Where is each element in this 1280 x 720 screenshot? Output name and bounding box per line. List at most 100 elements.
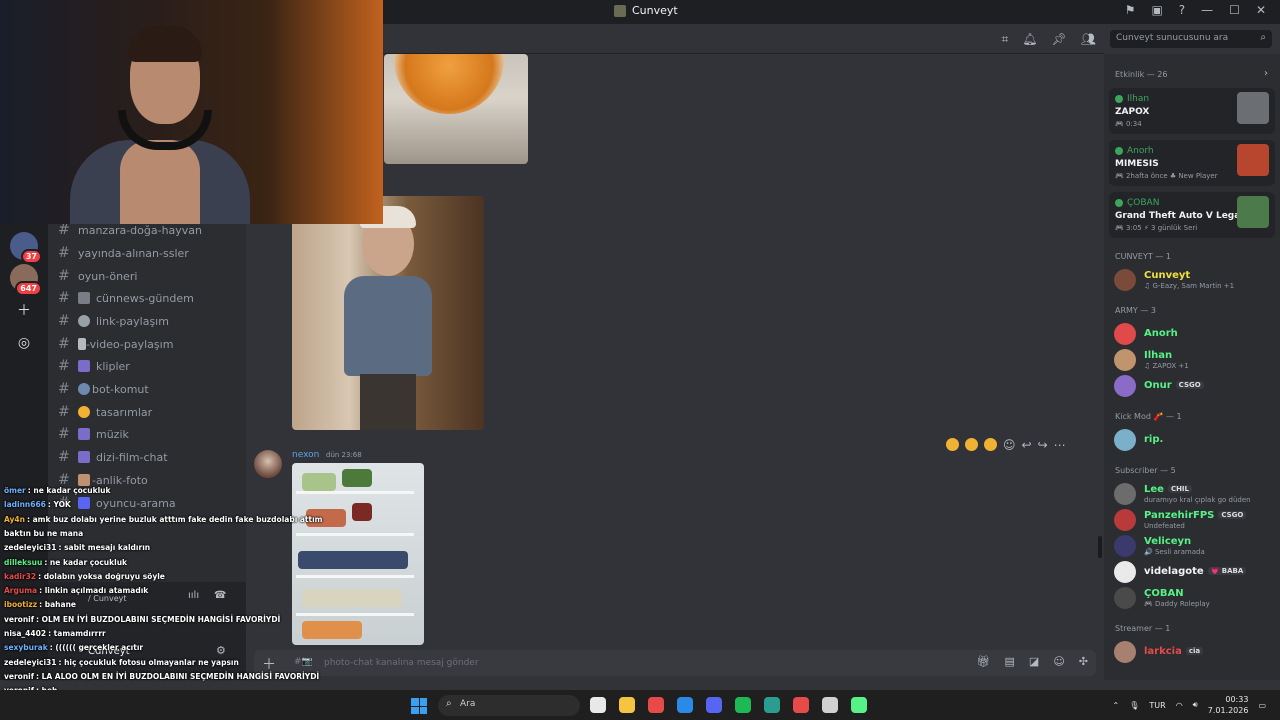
game-icon: [78, 497, 90, 509]
member-section-header: CUNVEYT — 1: [1115, 252, 1171, 261]
attachment-image[interactable]: [292, 463, 424, 645]
wifi-icon[interactable]: ◠: [1176, 701, 1183, 710]
server-icon[interactable]: 37: [10, 232, 42, 264]
channel-item[interactable]: # -video-paylaşım: [58, 334, 173, 354]
member-item[interactable]: Ilhan ♫ ZAPOX +1: [1114, 348, 1274, 374]
microphone-icon[interactable]: 🎙︎: [1129, 701, 1139, 710]
member-list-icon[interactable]: 👥︎: [1081, 32, 1096, 47]
chat-line: kadir32: dolabın yoksa doğruyu söyle: [4, 572, 165, 581]
taskbar-app-icon[interactable]: [619, 697, 635, 713]
channel-item[interactable]: # müzik: [58, 424, 129, 444]
member-item[interactable]: rip.: [1114, 428, 1274, 454]
channel-item[interactable]: # dizi-film-chat: [58, 447, 168, 467]
member-item[interactable]: Anorh: [1114, 322, 1274, 348]
server-search[interactable]: Cunveyt sunucusunu ara ⌕: [1110, 30, 1272, 48]
member-name-text: PanzehirFPS: [1144, 510, 1215, 521]
camera-icon: [78, 474, 90, 486]
pin-icon[interactable]: 📌︎: [1052, 32, 1067, 47]
chat-line: veronif: OLM EN İYİ BUZDOLABINI SEÇMEDİN…: [4, 615, 280, 624]
emoji-icon[interactable]: ☺: [1053, 655, 1064, 668]
disconnect-icon[interactable]: ☎: [214, 590, 226, 601]
sound-icon[interactable]: ıılı: [188, 590, 199, 601]
channel-item[interactable]: # link-paylaşım: [58, 311, 169, 331]
status-dot: [1115, 95, 1123, 103]
discover-icon[interactable]: ◎: [12, 331, 36, 355]
taskbar-app-icon[interactable]: [648, 697, 664, 713]
member-section-header: ARMY — 3: [1115, 306, 1156, 315]
sticker-icon[interactable]: ◪: [1029, 655, 1039, 668]
member-item[interactable]: larkcia cia: [1114, 640, 1274, 666]
language-indicator[interactable]: TUR: [1149, 701, 1165, 710]
minimize-button[interactable]: —: [1201, 3, 1213, 17]
screen-share-icon[interactable]: ▣: [1151, 3, 1162, 17]
notification-bell-icon[interactable]: 🔔︎: [1022, 32, 1037, 47]
reaction-emoji[interactable]: [984, 438, 997, 451]
avatar[interactable]: [254, 450, 282, 478]
taskbar-app-icon[interactable]: [706, 697, 722, 713]
message-input[interactable]: photo-chat kanalına mesaj gönder: [324, 658, 479, 668]
taskbar-app-icon[interactable]: [851, 697, 867, 713]
reaction-emoji[interactable]: [946, 438, 959, 451]
start-button[interactable]: [411, 698, 427, 714]
inbox-icon[interactable]: ⚑: [1125, 3, 1136, 17]
reply-icon[interactable]: ↩: [1022, 438, 1032, 452]
chat-line: Ay4n: amk buz dolabı yerine buzluk atttı…: [4, 515, 323, 524]
channel-item[interactable]: # oyun-öneri: [58, 266, 137, 286]
apps-icon[interactable]: ✣: [1079, 655, 1088, 668]
hash-icon: #: [58, 290, 70, 306]
member-item[interactable]: Velіceyn 🔊 Sesli aramada: [1114, 534, 1274, 560]
member-tag: CSGO: [1175, 381, 1204, 389]
search-input[interactable]: Cunveyt sunucusunu ara: [1116, 33, 1228, 43]
maximize-button[interactable]: ☐: [1229, 3, 1240, 17]
channel-item[interactable]: # yayında-alınan-ssler: [58, 243, 189, 263]
member-item[interactable]: Onur CSGO: [1114, 374, 1274, 400]
member-item[interactable]: ÇOBAN 🎮 Daddy Roleplay: [1114, 586, 1274, 612]
scrollbar[interactable]: [1098, 536, 1102, 558]
channel-item[interactable]: # cünnews-gündem: [58, 288, 194, 308]
taskbar-search[interactable]: ⌕ Ara: [438, 695, 580, 716]
activity-card[interactable]: Anorh MIMESIS 🎮 2hafta önce ♣ New Player: [1109, 140, 1275, 186]
volume-icon[interactable]: 🔊︎: [1193, 700, 1198, 710]
attachment-image[interactable]: [384, 54, 528, 164]
member-item[interactable]: PanzehirFPS CSGO Undefeated: [1114, 508, 1274, 534]
member-name-text: ÇOBAN: [1144, 588, 1184, 599]
attachment-image[interactable]: [292, 196, 484, 430]
game-thumbnail: [1237, 196, 1269, 228]
channel-item[interactable]: # bot-komut: [58, 379, 149, 399]
hash-icon: #: [58, 381, 70, 397]
settings-gear-icon[interactable]: ⚙: [216, 644, 226, 657]
channel-item[interactable]: # tasarımlar: [58, 402, 152, 422]
taskbar-app-icon[interactable]: [590, 697, 606, 713]
activity-card[interactable]: Ilhan ZAPOX 🎮 0:34: [1109, 88, 1275, 134]
server-icon[interactable]: 647: [10, 264, 42, 296]
game-thumbnail: [1237, 92, 1269, 124]
channel-item[interactable]: # klipler: [58, 356, 130, 376]
add-reaction-icon[interactable]: ☺: [1003, 438, 1016, 452]
taskbar-app-icon[interactable]: [735, 697, 751, 713]
chat-username: zedeleyici31: [4, 543, 57, 553]
gif-icon[interactable]: ▤: [1005, 655, 1015, 668]
close-button[interactable]: ✕: [1256, 3, 1266, 17]
gift-icon[interactable]: 🎁︎: [977, 655, 991, 668]
chevron-right-icon[interactable]: ›: [1264, 68, 1268, 79]
clock[interactable]: 00:33 7.01.2026: [1208, 694, 1249, 716]
more-icon[interactable]: ⋯: [1054, 438, 1066, 452]
taskbar-app-icon[interactable]: [793, 697, 809, 713]
activity-card[interactable]: ÇOBAN Grand Theft Auto V Legacy 🎮 3:05 ⚡ 3…: [1109, 192, 1275, 238]
member-item[interactable]: Cunveyt ♫ G-Eazy, Sam Martin +1: [1114, 268, 1274, 294]
taskbar-app-icon[interactable]: [764, 697, 780, 713]
chevron-up-icon[interactable]: ⌃: [1113, 701, 1120, 710]
channel-item[interactable]: # oyuncu-arama: [58, 493, 176, 513]
taskbar-app-icon[interactable]: [677, 697, 693, 713]
add-server-icon[interactable]: ＋: [12, 299, 36, 323]
member-name: Ilhan: [1144, 350, 1172, 361]
member-item[interactable]: Lee CHIL duramıyo kral çıplak go düden: [1114, 482, 1274, 508]
message-author[interactable]: nexon: [292, 450, 319, 460]
threads-icon[interactable]: ⌗: [1002, 32, 1009, 47]
member-item[interactable]: vіdelagote 💗 BABA: [1114, 560, 1274, 586]
help-icon[interactable]: ?: [1179, 3, 1185, 17]
reaction-emoji[interactable]: [965, 438, 978, 451]
notifications-icon[interactable]: ▭: [1258, 701, 1266, 710]
taskbar-app-icon[interactable]: [822, 697, 838, 713]
forward-icon[interactable]: ↪: [1038, 438, 1048, 452]
